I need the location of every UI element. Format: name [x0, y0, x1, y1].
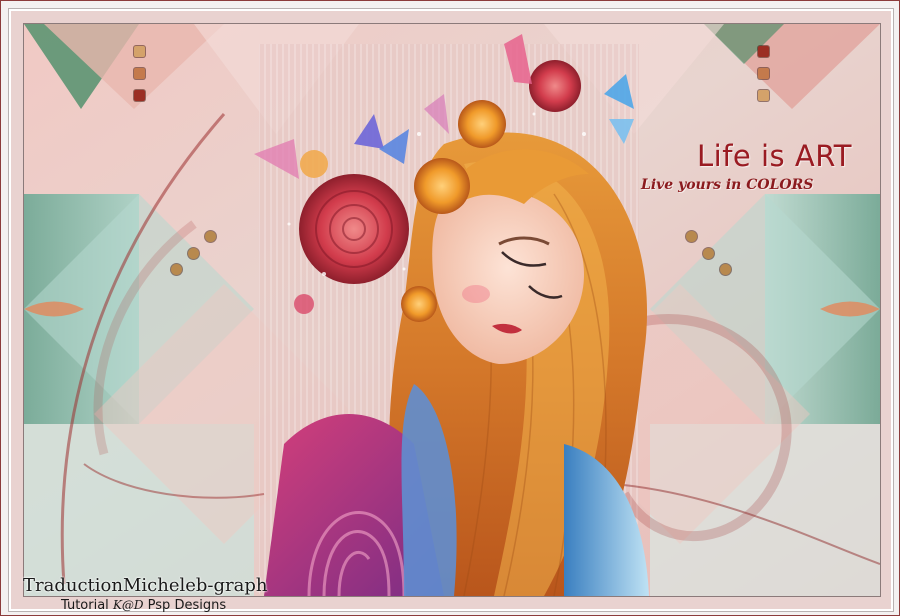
gem-ornament [134, 90, 145, 101]
gem-ornament [686, 231, 697, 242]
artwork-subtitle: Live yours in COLORS [641, 177, 814, 193]
gem-ornament [171, 264, 182, 275]
designer-name: Psp Designs [147, 598, 227, 613]
tutorial-label: Tutorial [61, 598, 109, 613]
gem-ornament [188, 248, 199, 259]
artwork-title: Life is ART [697, 139, 852, 173]
gem-ornament [703, 248, 714, 259]
translation-credit: TraductionMicheleb-graph [23, 575, 268, 596]
gem-ornament [134, 68, 145, 79]
outer-frame: Life is ART Live yours in COLORS Traduct… [0, 0, 900, 616]
kad-logo: K@D [112, 598, 144, 612]
gem-ornament [205, 231, 216, 242]
gem-ornament [758, 46, 769, 57]
artwork-canvas [23, 23, 881, 597]
gem-ornament [758, 68, 769, 79]
gem-ornament [720, 264, 731, 275]
gem-ornament [758, 90, 769, 101]
artwork-illustration [24, 24, 880, 596]
tutorial-credit: Tutorial K@D Psp Designs [61, 598, 226, 613]
gem-ornament [134, 46, 145, 57]
